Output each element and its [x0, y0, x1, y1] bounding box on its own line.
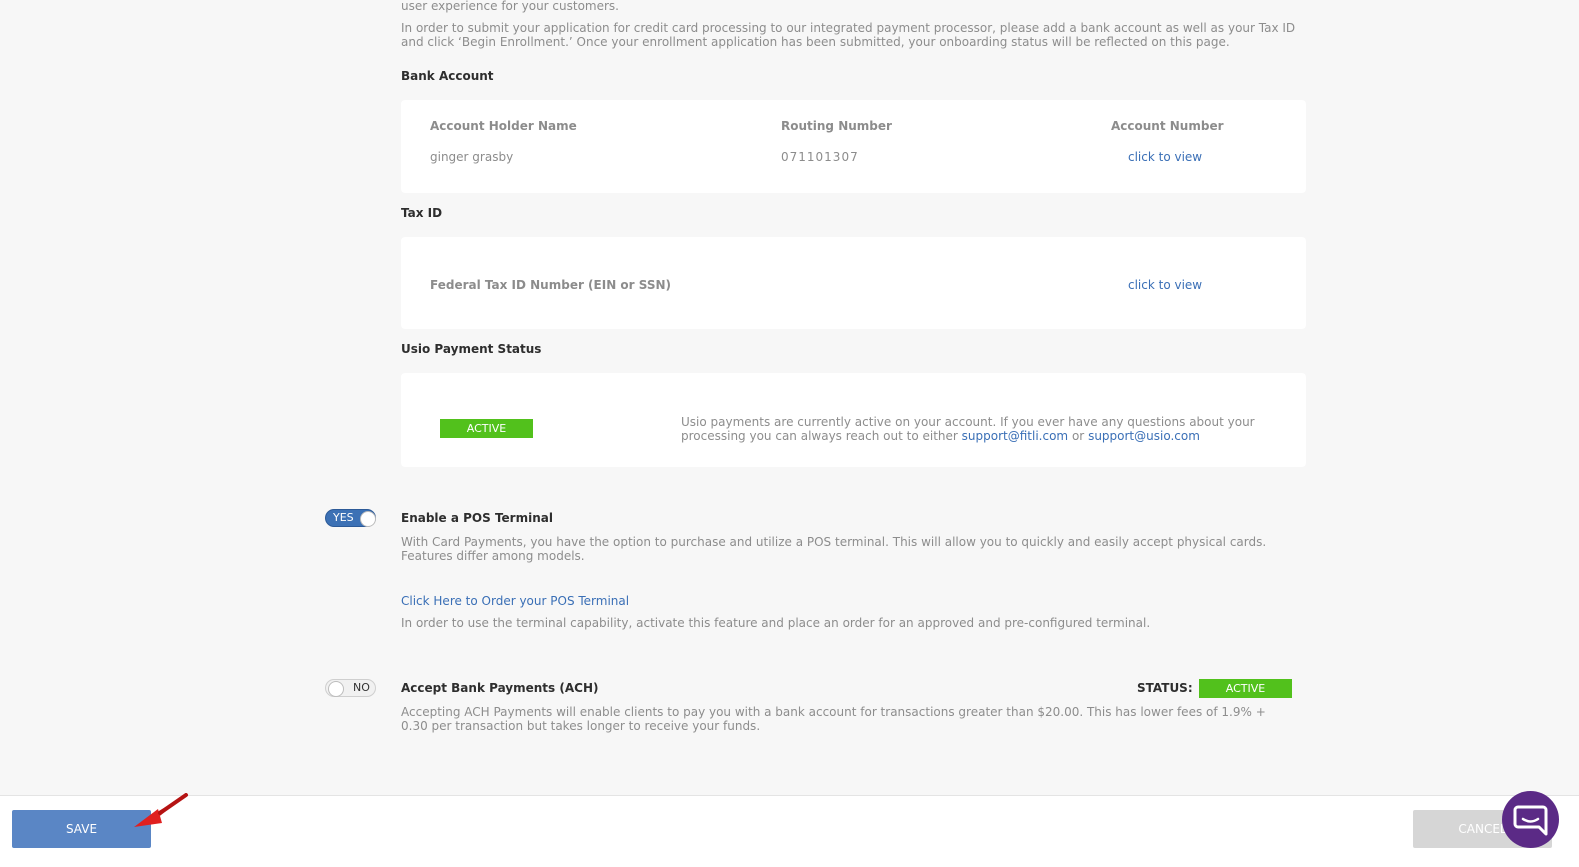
footer-bar: SAVE CANCEL — [0, 795, 1579, 867]
order-pos-terminal-link[interactable]: Click Here to Order your POS Terminal — [401, 594, 629, 608]
support-usio-email-link[interactable]: support@usio.com — [1088, 429, 1200, 443]
ach-toggle-label: NO — [353, 681, 370, 694]
red-arrow-annotation-icon — [134, 793, 188, 827]
ach-status-label: STATUS: — [1137, 681, 1193, 695]
pos-terminal-description: With Card Payments, you have the option … — [401, 535, 1267, 563]
usio-status-card: ACTIVE Usio payments are currently activ… — [401, 373, 1306, 467]
or-text: or — [1071, 429, 1085, 443]
chat-launcher-button[interactable] — [1502, 791, 1559, 848]
tax-id-label: Federal Tax ID Number (EIN or SSN) — [430, 278, 672, 292]
pos-terminal-toggle[interactable]: YES — [325, 509, 376, 527]
support-fitli-email-link[interactable]: support@fitli.com — [962, 429, 1068, 443]
intro-paragraph: In order to submit your application for … — [401, 21, 1296, 49]
tax-id-heading: Tax ID — [401, 206, 443, 220]
bank-account-card: Account Holder Name Routing Number Accou… — [401, 100, 1306, 193]
account-number-header: Account Number — [1111, 119, 1224, 133]
usio-status-badge: ACTIVE — [440, 419, 533, 438]
tax-id-card: Federal Tax ID Number (EIN or SSN) click… — [401, 237, 1306, 329]
ach-toggle[interactable]: NO — [325, 679, 376, 697]
account-number-link[interactable]: click to view — [1128, 150, 1202, 164]
chat-bubble-icon — [1513, 805, 1548, 836]
account-holder-header: Account Holder Name — [430, 119, 577, 133]
pos-toggle-knob — [360, 511, 376, 527]
bank-account-heading: Bank Account — [401, 69, 494, 83]
ach-description: Accepting ACH Payments will enable clien… — [401, 705, 1266, 733]
pos-terminal-title: Enable a POS Terminal — [401, 511, 553, 525]
tax-id-link[interactable]: click to view — [1128, 278, 1202, 292]
usio-status-heading: Usio Payment Status — [401, 342, 542, 356]
routing-number-value: 071101307 — [781, 150, 859, 164]
pos-terminal-note: In order to use the terminal capability,… — [401, 616, 1151, 630]
intro-line-top: user experience for your customers. — [401, 0, 619, 13]
pos-toggle-label: YES — [333, 511, 354, 524]
usio-status-text: Usio payments are currently active on yo… — [681, 415, 1281, 443]
ach-status-badge: ACTIVE — [1199, 679, 1292, 698]
account-holder-value: ginger grasby — [430, 150, 514, 164]
ach-title: Accept Bank Payments (ACH) — [401, 681, 599, 695]
ach-toggle-knob — [328, 681, 344, 697]
routing-number-header: Routing Number — [781, 119, 892, 133]
